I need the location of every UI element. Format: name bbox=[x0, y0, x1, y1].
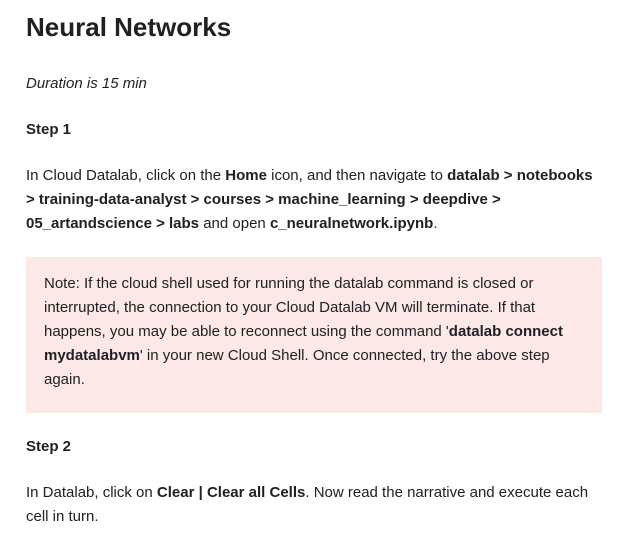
step-2-instructions: In Datalab, click on Clear | Clear all C… bbox=[26, 481, 604, 529]
step-1-text-part-2: icon, and then navigate to bbox=[266, 167, 448, 184]
clear-all-cells-reference: Clear | Clear all Cells bbox=[156, 484, 306, 501]
lab-page: Neural Networks Duration is 15 min Step … bbox=[0, 0, 629, 554]
duration-text: Duration is 15 min bbox=[26, 75, 147, 92]
reconnect-note: Note: If the cloud shell used for runnin… bbox=[26, 257, 602, 413]
step-1-instructions: In Cloud Datalab, click on the Home icon… bbox=[26, 164, 604, 236]
step-2-text-part-1: In Datalab, click on bbox=[26, 484, 157, 501]
step-1-text-part-1: In Cloud Datalab, click on the bbox=[26, 167, 226, 184]
step-2-heading: Step 2 bbox=[26, 438, 72, 455]
notebook-filename: c_neuralnetwork.ipynb bbox=[269, 215, 434, 232]
step-1-heading: Step 1 bbox=[26, 121, 72, 138]
step-1-text-part-4: . bbox=[433, 215, 438, 232]
note-text: Note: If the cloud shell used for runnin… bbox=[44, 272, 584, 392]
page-title: Neural Networks bbox=[26, 12, 232, 42]
home-icon-reference: Home bbox=[225, 167, 267, 184]
step-1-text-part-3: and open bbox=[199, 215, 270, 232]
